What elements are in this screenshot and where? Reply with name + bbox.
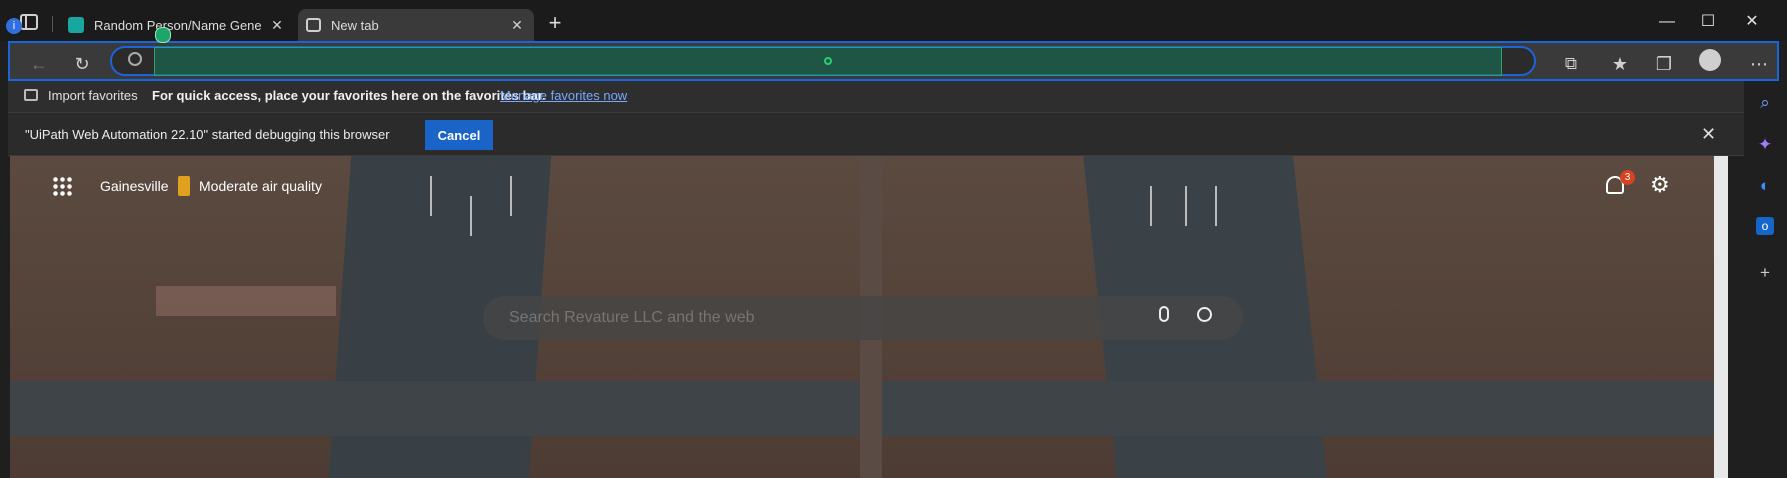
tab-title: New tab [331, 17, 379, 33]
tab-divider [52, 16, 53, 32]
air-quality-icon [178, 176, 190, 196]
import-favorites-icon [24, 89, 38, 101]
bing-icon[interactable]: ◐ [1753, 174, 1777, 198]
new-tab-background: Gainesville Moderate air quality 3 ⚙ [10, 156, 1714, 478]
close-tab-icon[interactable]: ✕ [508, 16, 526, 34]
close-window-button[interactable]: ✕ [1740, 10, 1764, 34]
minimize-button[interactable]: — [1655, 10, 1679, 34]
automation-highlight-overlay [154, 47, 1502, 76]
more-menu-button[interactable]: ⋯ [1746, 51, 1772, 77]
apps-grid-icon[interactable] [52, 176, 72, 196]
air-quality-label[interactable]: Moderate air quality [199, 178, 322, 194]
notification-badge: 3 [1620, 170, 1635, 185]
debug-message: "UiPath Web Automation 22.10" started de… [25, 127, 390, 142]
collections-button[interactable]: ❐ [1651, 51, 1677, 77]
back-button[interactable]: ← [26, 51, 52, 77]
mic-icon[interactable] [1159, 306, 1169, 322]
tab-strip: i Random Person/Name Generator ✕ New tab… [0, 0, 1787, 41]
web-search-box[interactable] [483, 296, 1243, 340]
accessibility-icon: i [6, 18, 22, 34]
search-icon[interactable] [1197, 307, 1212, 322]
search-icon[interactable]: ⌕ [1753, 91, 1777, 115]
new-tab-button[interactable]: + [544, 12, 566, 34]
weather-location[interactable]: Gainesville [100, 178, 168, 194]
sidebar-toggle-icon[interactable] [20, 14, 38, 30]
tab-title: Random Person/Name Generator [94, 17, 262, 33]
close-tab-icon[interactable]: ✕ [268, 16, 286, 34]
refresh-button[interactable]: ↻ [69, 51, 95, 77]
person-favicon-icon [68, 17, 84, 33]
cancel-button[interactable]: Cancel [425, 120, 493, 150]
edge-sidebar: ⌕ ✦ ◐ o + [1744, 81, 1787, 478]
copilot-icon[interactable]: ✦ [1753, 133, 1777, 157]
favorites-bar: Import favorites For quick access, place… [8, 81, 1744, 112]
web-search-input[interactable] [507, 308, 1111, 328]
profile-avatar[interactable] [1699, 49, 1721, 71]
import-favorites-button[interactable]: Import favorites [48, 88, 138, 103]
search-icon [128, 52, 142, 66]
new-tab-favicon-icon [306, 18, 321, 32]
tab-new-tab[interactable]: New tab ✕ [298, 9, 534, 41]
favorites-hint: For quick access, place your favorites h… [152, 88, 546, 103]
manage-favorites-link[interactable]: Manage favorites now [500, 88, 627, 103]
maximize-button[interactable]: ☐ [1696, 10, 1720, 34]
automation-target-icon [155, 27, 171, 43]
add-sidebar-app-icon[interactable]: + [1753, 261, 1777, 285]
vertical-scrollbar[interactable] [1714, 156, 1728, 478]
close-infobar-icon[interactable]: ✕ [1701, 124, 1716, 145]
debug-infobar: "UiPath Web Automation 22.10" started de… [8, 112, 1744, 156]
extensions-button[interactable]: ⧉ [1558, 51, 1584, 77]
gear-icon[interactable]: ⚙ [1650, 172, 1670, 198]
tab-random-person-generator[interactable]: Random Person/Name Generator ✕ [60, 9, 294, 41]
outlook-icon[interactable]: o [1756, 217, 1774, 235]
favorites-button[interactable]: ★ [1607, 51, 1633, 77]
